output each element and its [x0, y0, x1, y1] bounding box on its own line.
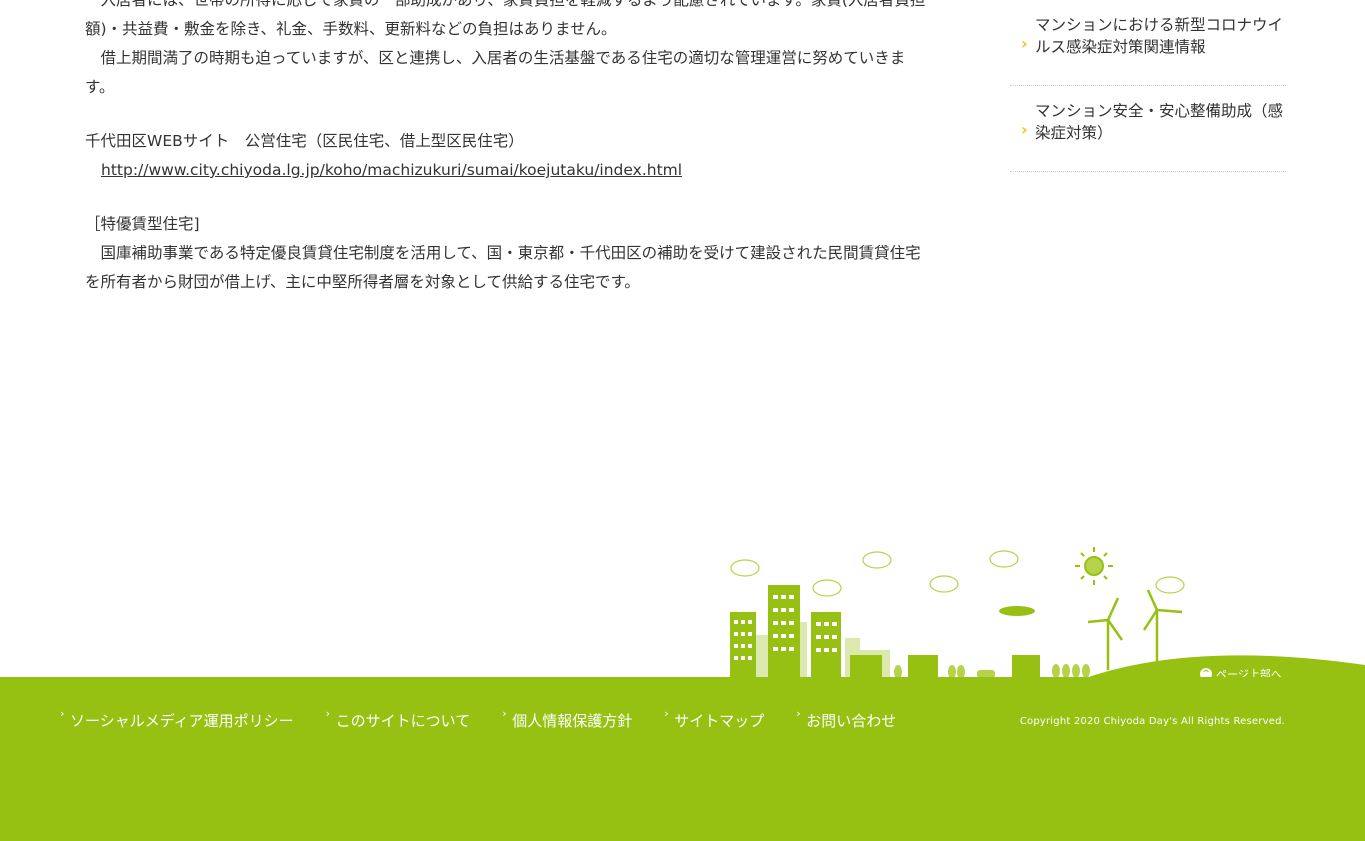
sidebar-item-corona[interactable]: › マンションにおける新型コロナウイルス感染症対策関連情報: [1010, 0, 1286, 86]
footer-link-label: 個人情報保護方針: [512, 712, 633, 730]
footer-link-label: サイトマップ: [674, 712, 765, 730]
footer-link-privacy[interactable]: › 個人情報保護方針: [502, 707, 633, 731]
sidebar-item-label: マンション安全・安心整備助成（感染症対策）: [1035, 102, 1284, 142]
sidebar-item-label: マンションにおける新型コロナウイルス感染症対策関連情報: [1035, 16, 1284, 56]
footer-link-sitemap[interactable]: › サイトマップ: [664, 707, 765, 731]
footer-nav: › ソーシャルメディア運用ポリシー › このサイトについて › 個人情報保護方針 › サ…: [60, 707, 928, 731]
footer-link-contact[interactable]: › お問い合わせ: [796, 707, 897, 731]
chevron-right-icon: ›: [664, 707, 669, 720]
paragraph-lease: 借上期間満了の時期も迫っていますが、区と連携し、入居者の生活基盤である住宅の適切…: [85, 49, 906, 67]
footer-link-about[interactable]: › このサイトについて: [325, 707, 471, 731]
city-skyline-illustration: [730, 547, 1365, 680]
footer-link-label: ソーシャルメディア運用ポリシー: [70, 712, 294, 730]
sidebar: › マンションにおける新型コロナウイルス感染症対策関連情報 › マンション安全・…: [1010, 0, 1286, 172]
footer-link-social-policy[interactable]: › ソーシャルメディア運用ポリシー: [60, 707, 294, 731]
footer-link-label: お問い合わせ: [806, 712, 897, 730]
section-heading: ［特優賃型住宅]: [85, 215, 200, 233]
copyright-text: Copyright 2020 Chiyoda Day's All Rights …: [1019, 716, 1285, 727]
footer: › ソーシャルメディア運用ポリシー › このサイトについて › 個人情報保護方針 › サ…: [0, 677, 1365, 841]
chevron-right-icon: ›: [325, 707, 331, 720]
footer-link-label: このサイトについて: [335, 712, 471, 730]
chevron-right-icon: ›: [796, 707, 801, 720]
paragraph-tokuyu-line1: 国庫補助事業である特定優良賃貸住宅制度を活用して、国・東京都・千代田区の補助を受…: [85, 244, 921, 262]
chevron-right-icon: ›: [1021, 33, 1028, 53]
chevron-right-icon: ›: [1021, 119, 1028, 139]
paragraph-rent-line2: 額)・共益費・敷金を除き、礼金、手数料、更新料などの負担はありません。: [85, 20, 617, 38]
site-label: 千代田区WEBサイト 公営住宅（区民住宅、借上型区民住宅）: [85, 132, 524, 150]
paragraph-tokuyu-line2: を所有者から財団が借上げ、主に中堅所得者層を対象として供給する住宅です。: [85, 273, 640, 291]
chiyoda-site-link[interactable]: http://www.city.chiyoda.lg.jp/koho/machi…: [101, 161, 682, 179]
main-content: 入居者には、世帯の所得に応じて家賃の一部助成があり、家賃負担を軽減するよう配慮さ…: [85, 0, 975, 297]
sun-icon: [1075, 547, 1113, 585]
chevron-right-icon: ›: [502, 707, 507, 720]
sidebar-item-safety[interactable]: › マンション安全・安心整備助成（感染症対策）: [1010, 86, 1286, 172]
paragraph-rent-line1: 入居者には、世帯の所得に応じて家賃の一部助成があり、家賃負担を軽減するよう配慮さ…: [85, 0, 926, 9]
paragraph-lease-end: す。: [85, 78, 115, 96]
chevron-right-icon: ›: [60, 707, 65, 720]
